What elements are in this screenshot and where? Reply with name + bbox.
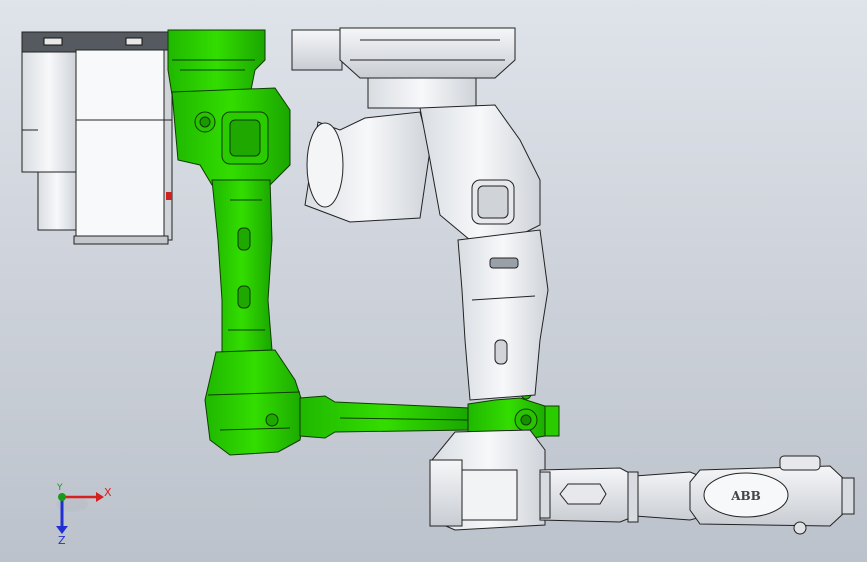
x-axis-label: X bbox=[104, 486, 112, 499]
axis-triad bbox=[56, 492, 104, 534]
y-axis-dot bbox=[58, 493, 66, 501]
abb-logo: ABB bbox=[730, 489, 761, 503]
y-axis-label: Y bbox=[57, 483, 63, 493]
z-axis-label: Z bbox=[58, 534, 66, 547]
robot-white[interactable] bbox=[291, 27, 855, 535]
cad-viewport[interactable]: ABB X Y Z bbox=[0, 0, 867, 562]
robot-assembly-render[interactable]: ABB bbox=[0, 0, 867, 562]
x-axis-arrowhead bbox=[96, 492, 104, 502]
controller-cabinet[interactable] bbox=[21, 31, 173, 245]
z-axis-arrowhead bbox=[56, 526, 68, 534]
